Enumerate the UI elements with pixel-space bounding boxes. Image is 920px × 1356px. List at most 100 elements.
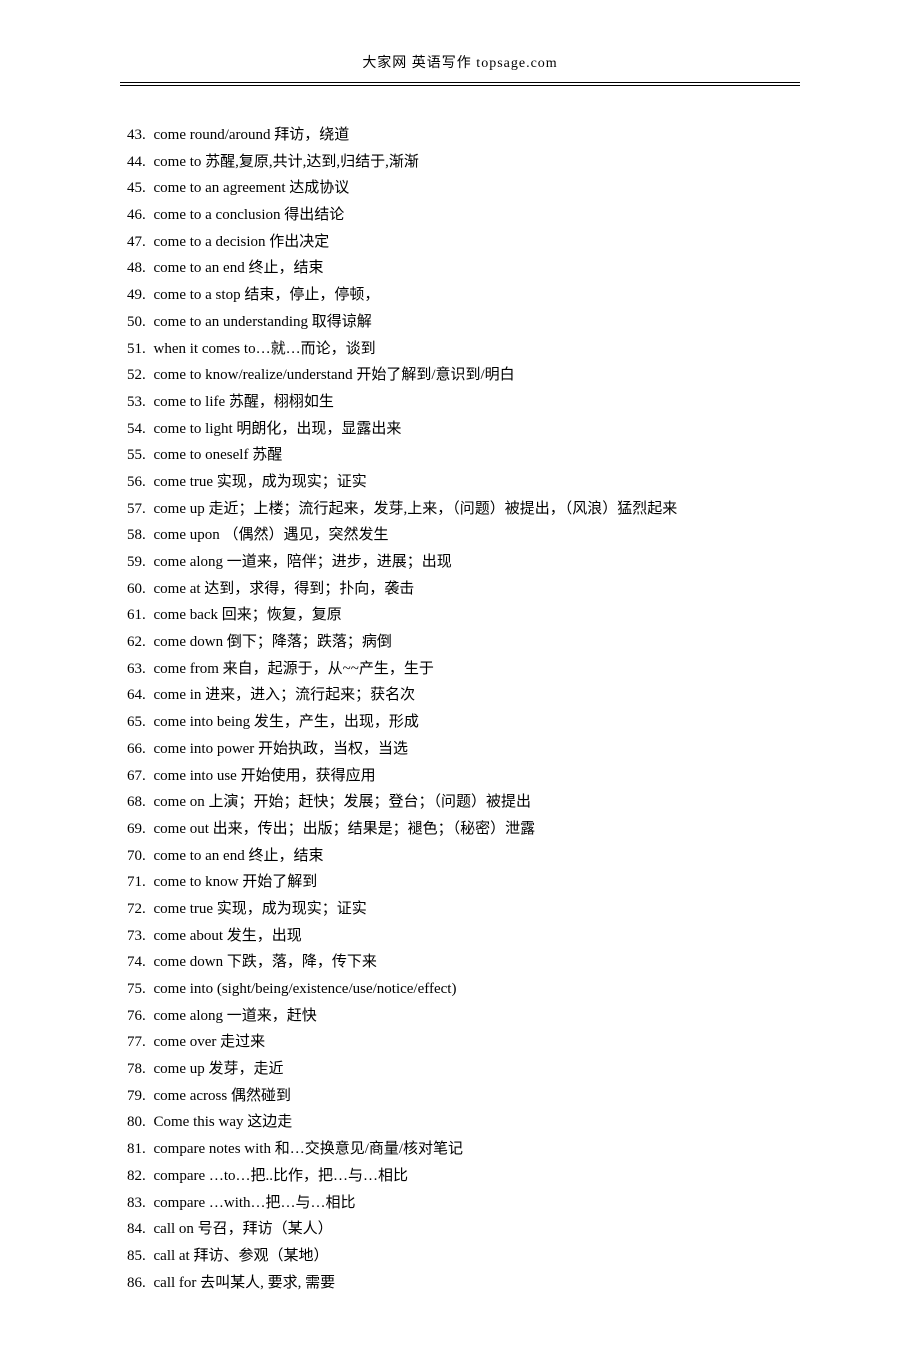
list-item: 65. come into being 发生，产生，出现，形成 <box>120 709 800 736</box>
item-text: come to know/realize/understand 开始了解到/意识… <box>154 367 515 383</box>
item-dot: . <box>142 1034 146 1050</box>
item-number: 56 <box>120 469 142 496</box>
item-text: come across 偶然碰到 <box>154 1088 291 1104</box>
vocabulary-list: 43. come round/around 拜访，绕道44. come to 苏… <box>120 122 800 1296</box>
list-item: 43. come round/around 拜访，绕道 <box>120 122 800 149</box>
item-number: 54 <box>120 416 142 443</box>
item-dot: . <box>142 341 146 357</box>
item-dot: . <box>142 1195 146 1211</box>
item-number: 47 <box>120 229 142 256</box>
item-text: come to light 明朗化，出现，显露出来 <box>154 421 402 437</box>
item-number: 73 <box>120 923 142 950</box>
list-item: 78. come up 发芽，走近 <box>120 1056 800 1083</box>
item-dot: . <box>142 501 146 517</box>
list-item: 74. come down 下跌，落，降，传下来 <box>120 949 800 976</box>
item-text: come to a decision 作出决定 <box>154 234 330 250</box>
item-number: 43 <box>120 122 142 149</box>
item-number: 66 <box>120 736 142 763</box>
item-dot: . <box>142 1168 146 1184</box>
item-number: 80 <box>120 1109 142 1136</box>
item-number: 84 <box>120 1216 142 1243</box>
list-item: 60. come at 达到，求得，得到；扑向，袭击 <box>120 576 800 603</box>
list-item: 81. compare notes with 和…交换意见/商量/核对笔记 <box>120 1136 800 1163</box>
item-number: 62 <box>120 629 142 656</box>
item-dot: . <box>142 581 146 597</box>
item-dot: . <box>142 1221 146 1237</box>
item-text: compare …to…把..比作，把…与…相比 <box>154 1168 409 1184</box>
item-dot: . <box>142 554 146 570</box>
item-number: 46 <box>120 202 142 229</box>
list-item: 84. call on 号召，拜访（某人） <box>120 1216 800 1243</box>
item-number: 61 <box>120 602 142 629</box>
item-number: 75 <box>120 976 142 1003</box>
item-text: come into use 开始使用，获得应用 <box>154 768 376 784</box>
item-text: come true 实现，成为现实；证实 <box>154 901 367 917</box>
item-text: come at 达到，求得，得到；扑向，袭击 <box>154 581 415 597</box>
list-item: 66. come into power 开始执政，当权，当选 <box>120 736 800 763</box>
list-item: 83. compare …with…把…与…相比 <box>120 1190 800 1217</box>
list-item: 55. come to oneself 苏醒 <box>120 442 800 469</box>
item-text: come along 一道来，陪伴；进步，进展；出现 <box>154 554 452 570</box>
item-dot: . <box>142 634 146 650</box>
list-item: 63. come from 来自，起源于，从~~产生，生于 <box>120 656 800 683</box>
item-text: come to life 苏醒，栩栩如生 <box>154 394 334 410</box>
item-dot: . <box>142 848 146 864</box>
item-dot: . <box>142 154 146 170</box>
list-item: 44. come to 苏醒,复原,共计,达到,归结于,渐渐 <box>120 149 800 176</box>
item-text: come to an end 终止，结束 <box>154 848 324 864</box>
item-dot: . <box>142 661 146 677</box>
item-number: 64 <box>120 682 142 709</box>
item-dot: . <box>142 1275 146 1291</box>
item-dot: . <box>142 741 146 757</box>
item-text: come into (sight/being/existence/use/not… <box>154 981 457 997</box>
item-text: Come this way 这边走 <box>154 1114 293 1130</box>
item-text: come from 来自，起源于，从~~产生，生于 <box>154 661 434 677</box>
item-text: come round/around 拜访，绕道 <box>154 127 350 143</box>
item-text: come to a stop 结束，停止，停顿， <box>154 287 380 303</box>
item-dot: . <box>142 180 146 196</box>
item-number: 60 <box>120 576 142 603</box>
item-number: 74 <box>120 949 142 976</box>
item-text: come out 出来，传出；出版；结果是；褪色；（秘密）泄露 <box>154 821 536 837</box>
item-number: 77 <box>120 1029 142 1056</box>
list-item: 57. come up 走近；上楼；流行起来，发芽,上来，（问题）被提出，（风浪… <box>120 496 800 523</box>
item-dot: . <box>142 954 146 970</box>
item-text: come back 回来；恢复，复原 <box>154 607 342 623</box>
item-dot: . <box>142 527 146 543</box>
item-text: come to an end 终止，结束 <box>154 260 324 276</box>
document-page: 大家网 英语写作 topsage.com 43. come round/arou… <box>0 0 920 1356</box>
item-text: come into power 开始执政，当权，当选 <box>154 741 409 757</box>
item-dot: . <box>142 1061 146 1077</box>
item-dot: . <box>142 260 146 276</box>
item-number: 52 <box>120 362 142 389</box>
item-number: 86 <box>120 1270 142 1297</box>
item-dot: . <box>142 794 146 810</box>
item-text: come on 上演；开始；赶快；发展；登台；（问题）被提出 <box>154 794 532 810</box>
list-item: 53. come to life 苏醒，栩栩如生 <box>120 389 800 416</box>
list-item: 77. come over 走过来 <box>120 1029 800 1056</box>
list-item: 86. call for 去叫某人, 要求, 需要 <box>120 1270 800 1297</box>
item-dot: . <box>142 1008 146 1024</box>
item-number: 55 <box>120 442 142 469</box>
page-header: 大家网 英语写作 topsage.com <box>120 52 800 78</box>
list-item: 58. come upon （偶然）遇见，突然发生 <box>120 522 800 549</box>
item-number: 76 <box>120 1003 142 1030</box>
list-item: 62. come down 倒下；降落；跌落；病倒 <box>120 629 800 656</box>
list-item: 56. come true 实现，成为现实；证实 <box>120 469 800 496</box>
item-dot: . <box>142 607 146 623</box>
item-text: come to an agreement 达成协议 <box>154 180 350 196</box>
item-text: when it comes to…就…而论，谈到 <box>154 341 376 357</box>
item-number: 58 <box>120 522 142 549</box>
list-item: 52. come to know/realize/understand 开始了解… <box>120 362 800 389</box>
item-text: come down 下跌，落，降，传下来 <box>154 954 377 970</box>
item-number: 49 <box>120 282 142 309</box>
item-dot: . <box>142 207 146 223</box>
list-item: 72. come true 实现，成为现实；证实 <box>120 896 800 923</box>
item-text: compare notes with 和…交换意见/商量/核对笔记 <box>154 1141 464 1157</box>
item-number: 48 <box>120 255 142 282</box>
list-item: 73. come about 发生，出现 <box>120 923 800 950</box>
item-dot: . <box>142 981 146 997</box>
item-dot: . <box>142 421 146 437</box>
list-item: 45. come to an agreement 达成协议 <box>120 175 800 202</box>
item-dot: . <box>142 901 146 917</box>
